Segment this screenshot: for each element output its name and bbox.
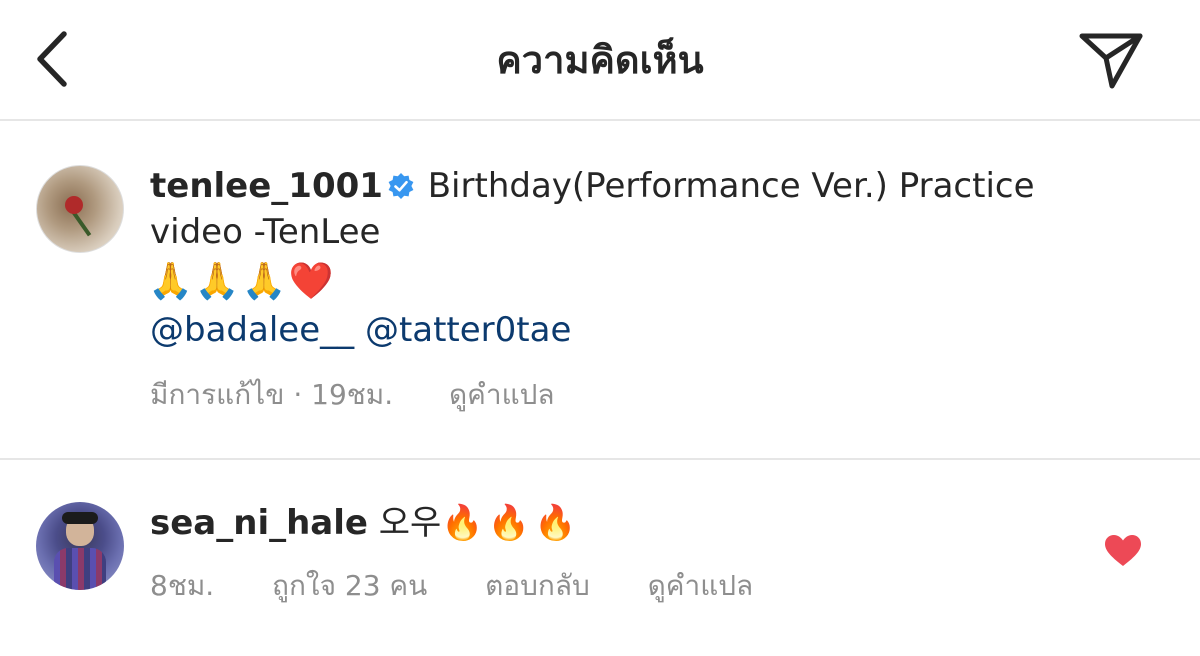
caption-username[interactable]: tenlee_1001 <box>150 166 383 206</box>
reply-button[interactable]: ตอบกลับ <box>485 569 590 602</box>
caption-mentions: @badalee__ @tatter0tae <box>150 307 571 353</box>
avatar-photo-detail <box>65 196 83 214</box>
folded-hands-emoji: 🙏 <box>241 261 289 302</box>
folded-hands-emoji: 🙏 <box>194 261 242 302</box>
caption-timestamp: 19ชม. <box>311 378 394 411</box>
avatar[interactable] <box>36 502 124 590</box>
post-caption: tenlee_1001 Birthday(Performance Ver.) P… <box>0 121 1200 460</box>
translate-link[interactable]: ดูคำแปล <box>648 569 754 602</box>
comment-meta: 8ชม. ถูกใจ 23 คน ตอบกลับ ดูคำแปล <box>150 568 753 604</box>
avatar-photo-detail <box>54 548 106 590</box>
caption-text: Birthday(Performance Ver.) Practice <box>427 166 1035 206</box>
verified-badge-icon <box>388 173 414 199</box>
page-title: ความคิดเห็น <box>496 38 704 82</box>
comment-text: 오우 <box>378 503 442 543</box>
comment-item: sea_ni_hale 오우🔥🔥🔥 8ชม. ถูกใจ 23 คน ตอบกล… <box>0 460 1200 656</box>
caption-meta: มีการแก้ไข · 19ชม. ดูคำแปล <box>150 377 555 413</box>
red-heart-emoji: ❤️ <box>288 261 336 302</box>
share-button[interactable] <box>1076 28 1146 92</box>
mention-link[interactable]: @badalee__ <box>150 310 354 350</box>
comment-timestamp: 8ชม. <box>150 569 215 602</box>
caption-text-continued: video -TenLee <box>150 212 381 252</box>
folded-hands-emoji: 🙏 <box>148 261 195 302</box>
fire-emoji: 🔥 <box>534 503 581 543</box>
fire-emoji: 🔥 <box>441 503 488 543</box>
likes-count-link[interactable]: ถูกใจ 23 คน <box>272 569 427 602</box>
meta-separator: · <box>293 378 303 411</box>
fire-emoji: 🔥 <box>487 503 535 543</box>
mention-link[interactable]: @tatter0tae <box>365 310 571 350</box>
heart-filled-icon <box>1105 535 1141 566</box>
edited-label: มีการแก้ไข <box>150 378 285 411</box>
translate-link[interactable]: ดูคำแปล <box>449 378 555 411</box>
header-bar: ความคิดเห็น <box>0 0 1200 121</box>
caption-emojis: 🙏🙏🙏❤️ <box>148 257 335 307</box>
like-button[interactable] <box>1104 534 1142 568</box>
comment-username[interactable]: sea_ni_hale <box>150 503 368 543</box>
comment-line: sea_ni_hale 오우🔥🔥🔥 <box>150 500 580 546</box>
paper-plane-icon <box>1079 33 1143 89</box>
caption-line: tenlee_1001 Birthday(Performance Ver.) P… <box>150 163 1035 209</box>
avatar[interactable] <box>36 165 124 253</box>
avatar-photo-detail <box>62 512 98 524</box>
